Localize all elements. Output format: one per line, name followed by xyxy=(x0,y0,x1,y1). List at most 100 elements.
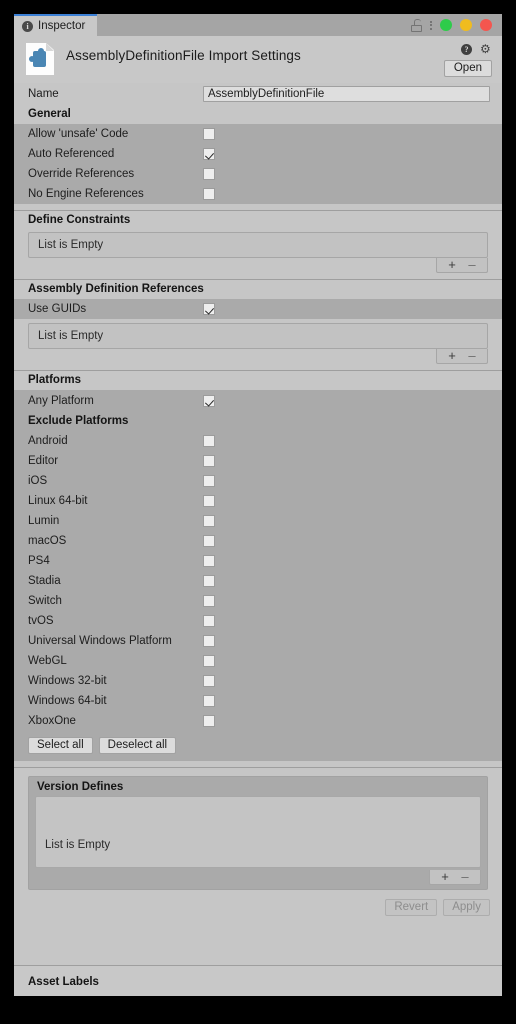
platform-label: PS4 xyxy=(28,555,50,567)
platform-buttons: Select all Deselect all xyxy=(14,731,502,755)
assembly-definition-references-list-footer: + – xyxy=(28,349,488,364)
platform-checkbox[interactable] xyxy=(203,515,215,527)
version-defines-list[interactable]: List is Empty xyxy=(35,796,481,868)
platform-row-lumin[interactable]: Lumin xyxy=(14,511,502,531)
inspector-window: i Inspector AssemblyDefinitionFile Impor… xyxy=(14,14,502,996)
close-button[interactable] xyxy=(480,19,492,31)
kebab-menu-icon[interactable] xyxy=(430,20,432,30)
deselect-all-button[interactable]: Deselect all xyxy=(98,737,177,754)
platform-checkbox[interactable] xyxy=(203,575,215,587)
assembly-definition-references-title: Assembly Definition References xyxy=(28,283,204,295)
use-guids-checkbox[interactable] xyxy=(203,303,215,315)
version-defines-add-button[interactable]: + xyxy=(436,870,454,883)
version-defines-remove-button[interactable]: – xyxy=(456,870,474,883)
platform-row-xboxone[interactable]: XboxOne xyxy=(14,711,502,731)
action-buttons: Revert Apply xyxy=(14,890,502,924)
general-title: General xyxy=(28,108,71,120)
platform-checkbox[interactable] xyxy=(203,655,215,667)
platform-checkbox[interactable] xyxy=(203,475,215,487)
lock-open-icon[interactable] xyxy=(411,18,422,32)
apply-button[interactable]: Apply xyxy=(443,899,490,916)
define-constraints-remove-button[interactable]: – xyxy=(463,258,481,271)
platform-list: Android Editor iOS Linux 64-bit Lumin macOS PS… xyxy=(14,431,502,731)
gear-icon[interactable]: ⚙ xyxy=(480,43,492,55)
platform-label: macOS xyxy=(28,535,67,547)
define-constraints-list[interactable]: List is Empty xyxy=(28,232,488,258)
general-label-2: Override References xyxy=(28,168,135,180)
platform-row-switch[interactable]: Switch xyxy=(14,591,502,611)
page-title: AssemblyDefinitionFile Import Settings xyxy=(66,48,301,63)
version-defines-group: Version Defines List is Empty + – xyxy=(28,776,488,890)
use-guids-row[interactable]: Use GUIDs xyxy=(14,299,502,319)
platform-row-android[interactable]: Android xyxy=(14,431,502,451)
revert-button[interactable]: Revert xyxy=(385,899,438,916)
platform-checkbox[interactable] xyxy=(203,615,215,627)
platform-checkbox[interactable] xyxy=(203,675,215,687)
assembly-definition-references-list[interactable]: List is Empty xyxy=(28,323,488,349)
version-defines-list-footer: + – xyxy=(29,868,487,885)
any-platform-row[interactable]: Any Platform xyxy=(14,391,502,411)
platform-checkbox[interactable] xyxy=(203,535,215,547)
platform-row-stadia[interactable]: Stadia xyxy=(14,571,502,591)
general-row-0[interactable]: Allow 'unsafe' Code xyxy=(14,124,502,144)
window-controls xyxy=(411,14,502,36)
platform-row-macos[interactable]: macOS xyxy=(14,531,502,551)
platform-row-ps4[interactable]: PS4 xyxy=(14,551,502,571)
general-checkbox-1[interactable] xyxy=(203,148,215,160)
define-constraints-add-button[interactable]: + xyxy=(443,258,461,271)
divider-4 xyxy=(14,767,502,768)
platform-row-editor[interactable]: Editor xyxy=(14,451,502,471)
platform-checkbox[interactable] xyxy=(203,595,215,607)
platform-checkbox[interactable] xyxy=(203,555,215,567)
platform-checkbox[interactable] xyxy=(203,495,215,507)
platform-label: Windows 64-bit xyxy=(28,695,107,707)
any-platform-label: Any Platform xyxy=(28,395,94,407)
general-row-1[interactable]: Auto Referenced xyxy=(14,144,502,164)
open-button[interactable]: Open xyxy=(443,60,492,77)
any-platform-checkbox[interactable] xyxy=(203,395,215,407)
maximize-button[interactable] xyxy=(440,19,452,31)
platform-checkbox[interactable] xyxy=(203,635,215,647)
help-icon[interactable]: ? xyxy=(461,43,472,55)
platform-row-ios[interactable]: iOS xyxy=(14,471,502,491)
asset-header: AssemblyDefinitionFile Import Settings ?… xyxy=(14,36,502,83)
info-circle-icon: i xyxy=(22,20,33,32)
general-label-0: Allow 'unsafe' Code xyxy=(28,128,129,140)
platform-label: Lumin xyxy=(28,515,60,527)
platform-checkbox[interactable] xyxy=(203,455,215,467)
exclude-platforms-subheading: Exclude Platforms xyxy=(14,411,502,431)
general-row-2[interactable]: Override References xyxy=(14,164,502,184)
platform-label: Editor xyxy=(28,455,59,467)
name-input[interactable]: AssemblyDefinitionFile xyxy=(203,86,490,102)
general-checkbox-3[interactable] xyxy=(203,188,215,200)
platform-row-universal-windows-platform[interactable]: Universal Windows Platform xyxy=(14,631,502,651)
platform-label: Stadia xyxy=(28,575,61,587)
platform-label: Android xyxy=(28,435,68,447)
tab-inspector[interactable]: i Inspector xyxy=(14,14,98,36)
platform-checkbox[interactable] xyxy=(203,435,215,447)
assembly-definition-references-add-button[interactable]: + xyxy=(443,349,461,362)
general-checkbox-0[interactable] xyxy=(203,128,215,140)
platform-checkbox[interactable] xyxy=(203,715,215,727)
select-all-button[interactable]: Select all xyxy=(28,737,93,754)
asset-labels-section[interactable]: Asset Labels xyxy=(14,965,502,996)
platform-row-windows-32-bit[interactable]: Windows 32-bit xyxy=(14,671,502,691)
platform-row-windows-64-bit[interactable]: Windows 64-bit xyxy=(14,691,502,711)
use-guids-group: Use GUIDs xyxy=(14,299,502,319)
general-checkbox-2[interactable] xyxy=(203,168,215,180)
assembly-definition-references-remove-button[interactable]: – xyxy=(463,349,481,362)
platform-row-tvos[interactable]: tvOS xyxy=(14,611,502,631)
platform-label: Universal Windows Platform xyxy=(28,635,172,647)
exclude-platforms-label: Exclude Platforms xyxy=(28,415,129,427)
platform-row-linux-64-bit[interactable]: Linux 64-bit xyxy=(14,491,502,511)
platform-label: Windows 32-bit xyxy=(28,675,107,687)
platform-row-webgl[interactable]: WebGL xyxy=(14,651,502,671)
platform-checkbox[interactable] xyxy=(203,695,215,707)
platform-label: XboxOne xyxy=(28,715,76,727)
tab-strip: i Inspector xyxy=(14,14,502,36)
minimize-button[interactable] xyxy=(460,19,472,31)
version-defines-title: Version Defines xyxy=(37,781,124,793)
general-row-3[interactable]: No Engine References xyxy=(14,184,502,204)
general-group: Allow 'unsafe' Code Auto Referenced Over… xyxy=(14,124,502,204)
tab-inspector-label: Inspector xyxy=(38,20,86,32)
